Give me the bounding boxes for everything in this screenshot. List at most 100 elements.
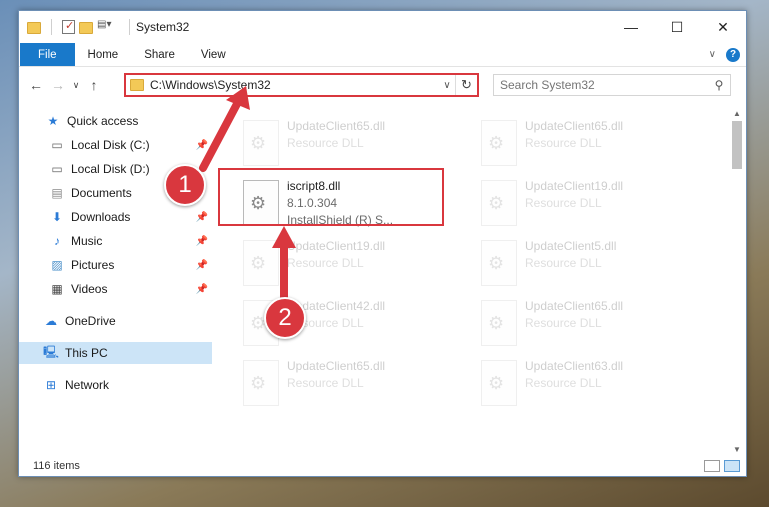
item-count: 116 items (33, 460, 80, 472)
file-name: UpdateClient65.dll (525, 119, 624, 133)
sidebar-item-downloads[interactable]: ⬇ Downloads 📌 (19, 206, 212, 228)
sidebar-item-label: Pictures (71, 258, 115, 272)
drive-icon: ▭ (51, 138, 63, 152)
file-type: Resource DLL (525, 196, 602, 210)
dll-file-icon (481, 240, 517, 286)
explorer-window: ▤▾ System32 — ☐ ✕ File Home Share View ∨… (18, 10, 747, 477)
file-tile[interactable]: UpdateClient5.dll Resource DLL (477, 235, 707, 291)
dll-file-icon (243, 360, 279, 406)
help-icon[interactable]: ? (726, 47, 740, 62)
sidebar-item-label: Videos (71, 282, 108, 296)
sidebar-item-label: Quick access (67, 114, 139, 128)
folder-icon (27, 22, 41, 34)
pin-icon[interactable]: 📌 (196, 212, 208, 223)
sidebar-item-this-pc[interactable]: 🖳 This PC (19, 342, 212, 364)
ribbon-tabs: File Home Share View ∨ ? (19, 43, 746, 67)
file-name: UpdateClient19.dll (525, 179, 624, 193)
file-tile[interactable]: UpdateClient65.dll Resource DLL (477, 115, 707, 171)
dll-file-icon (481, 120, 517, 166)
pin-icon[interactable]: 📌 (196, 260, 208, 271)
new-folder-icon[interactable] (79, 22, 93, 34)
refresh-icon[interactable]: ↻ (455, 75, 477, 95)
file-tile[interactable]: UpdateClient65.dll Resource DLL (477, 295, 707, 351)
sidebar-item-videos[interactable]: ▦ Videos 📌 (19, 278, 212, 300)
customize-toolbar-icon[interactable]: ▤▾ (97, 19, 119, 35)
documents-icon: ▤ (51, 186, 63, 200)
sidebar-item-music[interactable]: ♪ Music 📌 (19, 230, 212, 252)
folder-icon (130, 79, 144, 91)
network-icon: ⊞ (45, 378, 57, 392)
download-icon: ⬇ (51, 210, 63, 224)
file-tile[interactable]: UpdateClient19.dll Resource DLL (239, 235, 469, 291)
file-name: UpdateClient5.dll (525, 239, 617, 253)
tab-file[interactable]: File (20, 43, 75, 66)
file-type: Resource DLL (287, 136, 364, 150)
pin-icon[interactable]: 📌 (196, 284, 208, 295)
divider (129, 19, 130, 35)
pin-icon[interactable]: 📌 (196, 236, 208, 247)
file-type: Resource DLL (525, 136, 602, 150)
file-name: UpdateClient65.dll (525, 299, 624, 313)
sidebar-item-network[interactable]: ⊞ Network (19, 374, 212, 396)
search-box[interactable]: ⚲ (493, 74, 731, 96)
large-icons-view-icon[interactable] (724, 460, 740, 472)
sidebar-item-label: Documents (71, 186, 132, 200)
file-tile[interactable]: UpdateClient65.dll Resource DLL (239, 355, 469, 411)
file-type: Resource DLL (525, 256, 602, 270)
dll-file-icon (481, 180, 517, 226)
address-path[interactable]: C:\Windows\System32 (150, 78, 439, 92)
file-tile[interactable]: UpdateClient19.dll Resource DLL (477, 175, 707, 231)
up-arrow-icon[interactable]: ↑ (83, 77, 105, 93)
maximize-button[interactable]: ☐ (654, 11, 700, 43)
properties-icon[interactable] (62, 19, 75, 34)
file-name: UpdateClient65.dll (287, 359, 386, 373)
file-name: UpdateClient65.dll (287, 119, 386, 133)
chevron-down-icon[interactable]: ∨ (439, 80, 455, 91)
close-button[interactable]: ✕ (700, 11, 746, 43)
search-icon[interactable]: ⚲ (708, 78, 730, 92)
computer-icon: 🖳 (43, 344, 60, 359)
expand-ribbon-icon[interactable]: ∨ (709, 49, 716, 60)
title-bar: ▤▾ System32 — ☐ ✕ (19, 11, 746, 43)
address-bar[interactable]: C:\Windows\System32 ∨ ↻ (124, 73, 479, 97)
minimize-button[interactable]: — (608, 11, 654, 43)
file-type: Resource DLL (525, 376, 602, 390)
file-tile[interactable]: UpdateClient65.dll Resource DLL (239, 115, 469, 171)
tab-share[interactable]: Share (131, 43, 188, 66)
pictures-icon: ▨ (51, 258, 63, 272)
sidebar-item-quick-access[interactable]: ★ Quick access (19, 110, 212, 132)
videos-icon: ▦ (51, 282, 63, 296)
sidebar-item-label: OneDrive (65, 314, 116, 328)
quick-access-toolbar: ▤▾ (19, 19, 136, 35)
tab-home[interactable]: Home (75, 43, 132, 66)
details-view-icon[interactable] (704, 460, 720, 472)
window-title: System32 (136, 20, 190, 34)
scroll-thumb[interactable] (732, 121, 742, 169)
view-toggles (704, 460, 740, 472)
scroll-up-icon[interactable]: ▲ (730, 107, 744, 121)
star-icon: ★ (47, 114, 59, 128)
sidebar-item-label: Downloads (71, 210, 131, 224)
recent-locations-icon[interactable]: ∨ (69, 80, 83, 91)
sidebar-item-label: This PC (65, 346, 108, 360)
forward-arrow-icon[interactable]: → (47, 77, 69, 93)
callout-step-2: 2 (264, 297, 306, 339)
search-input[interactable] (500, 78, 708, 92)
drive-icon: ▭ (51, 162, 63, 176)
sidebar-item-onedrive[interactable]: ☁ OneDrive (19, 310, 212, 332)
sidebar-item-label: Network (65, 378, 110, 392)
sidebar-item-pictures[interactable]: ▨ Pictures 📌 (19, 254, 212, 276)
tab-view[interactable]: View (188, 43, 239, 66)
window-controls: — ☐ ✕ (608, 11, 746, 43)
music-icon: ♪ (54, 234, 60, 248)
callout-step-1: 1 (164, 164, 206, 206)
vertical-scrollbar[interactable]: ▲ ▼ (730, 107, 744, 457)
file-tile[interactable]: UpdateClient63.dll Resource DLL (477, 355, 707, 411)
back-arrow-icon[interactable]: ← (25, 77, 47, 93)
pin-icon[interactable]: 📌 (196, 140, 208, 151)
file-name: UpdateClient63.dll (525, 359, 624, 373)
sidebar-item-local-disk-c[interactable]: ▭ Local Disk (C:) 📌 (19, 134, 212, 156)
dll-file-icon (243, 240, 279, 286)
file-type: Resource DLL (525, 316, 602, 330)
sidebar-item-label: Local Disk (D:) (71, 162, 150, 176)
